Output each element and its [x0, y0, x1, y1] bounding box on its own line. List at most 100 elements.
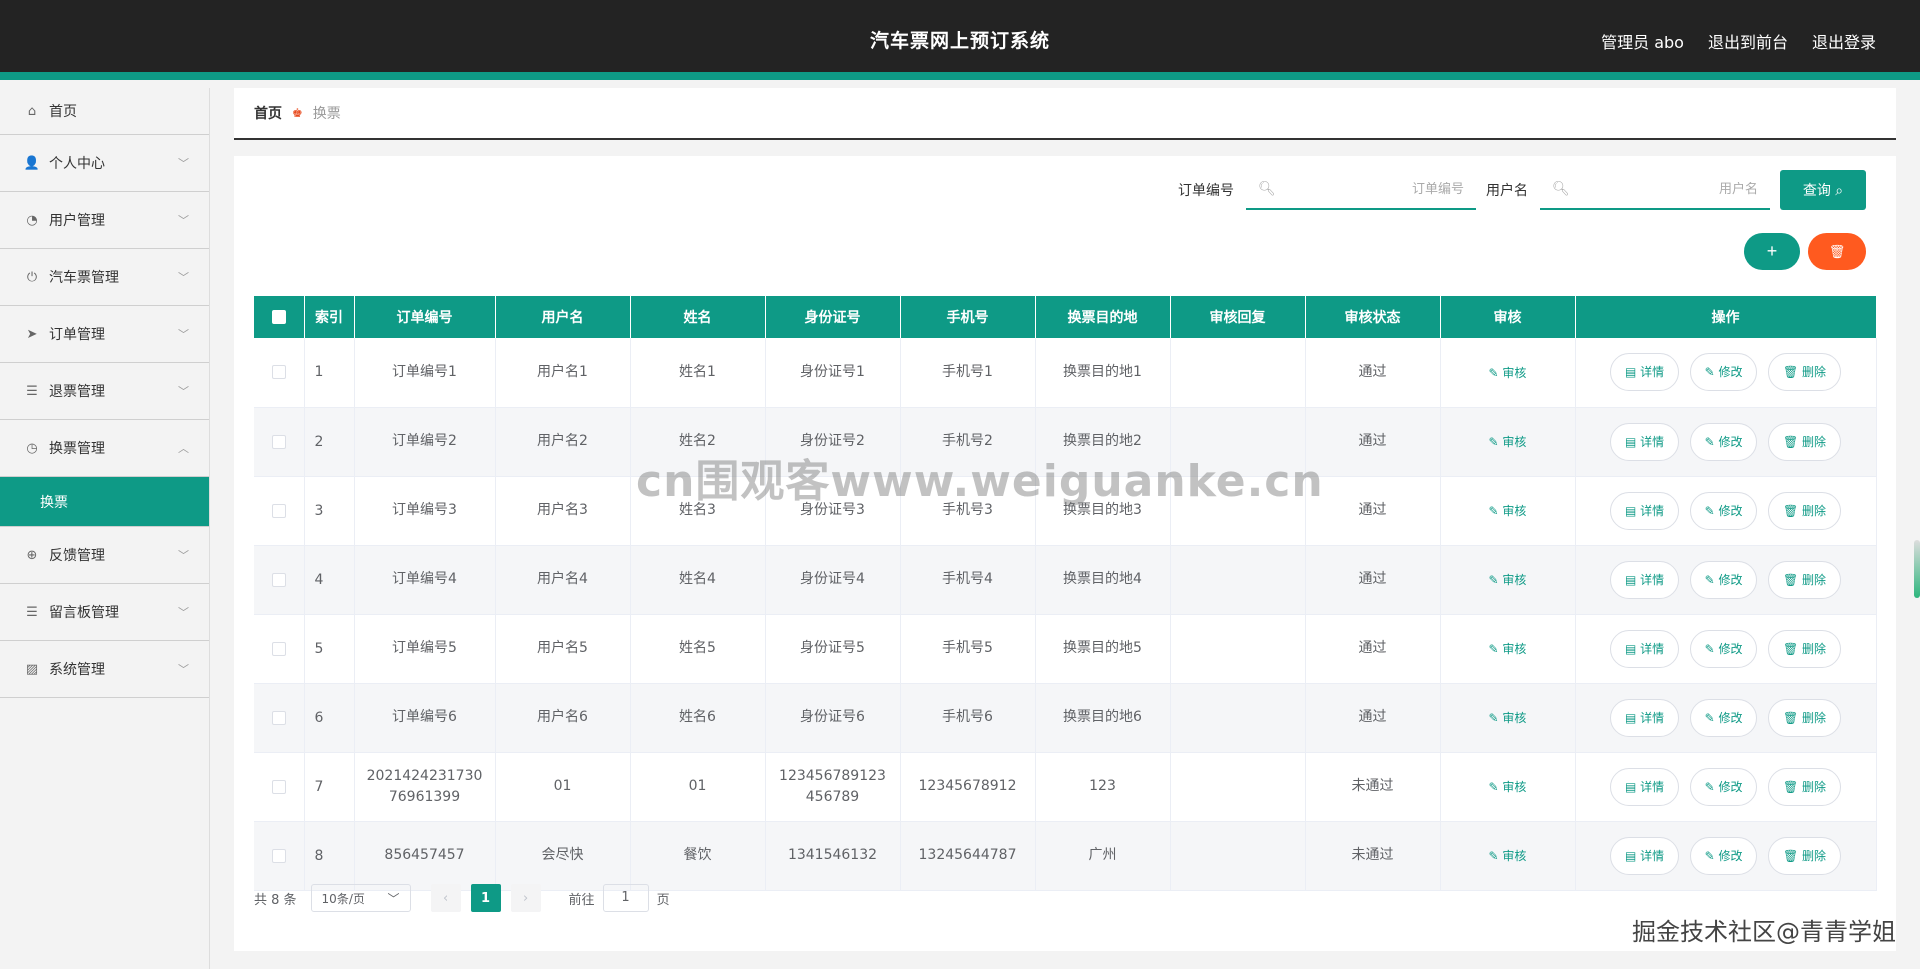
admin-user[interactable]: 管理员 abo	[1601, 29, 1684, 53]
page-size-select[interactable]: 10条/页 ﹀	[310, 884, 411, 912]
detail-button[interactable]: ▤ 详情	[1609, 767, 1680, 806]
audit-button[interactable]: ✎ 审核	[1489, 366, 1527, 380]
detail-button[interactable]: ▤ 详情	[1609, 491, 1680, 530]
batch-delete-button[interactable]: 🗑	[1808, 233, 1866, 270]
exit-to-front-link[interactable]: 退出到前台	[1708, 29, 1788, 53]
add-button[interactable]: +	[1744, 233, 1800, 270]
row-index: 8	[304, 821, 355, 891]
detail-label: 详情	[1640, 434, 1665, 449]
order-search-input[interactable]	[1275, 181, 1464, 197]
edit-icon: ✎	[1704, 779, 1719, 794]
row-checkbox[interactable]	[254, 338, 305, 408]
cell-user-text: 用户名2	[537, 433, 588, 449]
page-number[interactable]: 1	[470, 884, 501, 912]
chevron-down-icon: ﹀	[178, 328, 189, 341]
row-checkbox[interactable]	[254, 407, 305, 477]
row-index: 2	[304, 407, 355, 477]
sidebar-item-personal-center[interactable]: 👤 个人中心 ﹀	[0, 135, 209, 192]
audit-button[interactable]: ✎ 审核	[1489, 780, 1527, 794]
table-row: 3 订单编号3 用户名3 姓名3 身份证号3 手机号3 换票目的地3 通过 ✎ 审核 ▤ 详情 …	[254, 476, 1877, 546]
delete-button[interactable]: 🗑 删除	[1767, 353, 1842, 392]
delete-button[interactable]: 🗑 删除	[1767, 560, 1842, 599]
audit-button[interactable]: ✎ 审核	[1489, 849, 1527, 863]
prev-page-button[interactable]: ‹	[430, 884, 461, 912]
edit-icon: ✎	[1704, 365, 1719, 380]
cell-name-text: 姓名5	[679, 640, 716, 656]
audit-button[interactable]: ✎ 审核	[1489, 573, 1527, 587]
edit-button[interactable]: ✎ 修改	[1689, 698, 1758, 737]
audit-button[interactable]: ✎ 审核	[1489, 435, 1527, 449]
cell-audit: ✎ 审核	[1440, 476, 1576, 546]
sidebar-item-message-board[interactable]: ☰ 留言板管理 ﹀	[0, 584, 209, 641]
logout-link[interactable]: 退出登录	[1812, 29, 1876, 53]
edit-button[interactable]: ✎ 修改	[1689, 629, 1758, 668]
edit-button[interactable]: ✎ 修改	[1689, 767, 1758, 806]
document-icon: ▤	[1624, 365, 1641, 380]
cell-dest-text: 换票目的地2	[1063, 433, 1142, 449]
plus-icon: +	[1766, 241, 1778, 261]
delete-button[interactable]: 🗑 删除	[1767, 422, 1842, 461]
detail-button[interactable]: ▤ 详情	[1609, 353, 1680, 392]
sidebar-item-refund-management[interactable]: ☰ 退票管理 ﹀	[0, 363, 209, 420]
row-index: 4	[304, 545, 355, 615]
sidebar-item-home[interactable]: ⌂ 首页	[0, 88, 209, 135]
edit-label: 修改	[1718, 710, 1743, 725]
edit-icon: ✎	[1704, 710, 1719, 725]
scroll-indicator[interactable]	[1914, 540, 1920, 598]
edit-button[interactable]: ✎ 修改	[1689, 491, 1758, 530]
trash-icon: 🗑	[1782, 779, 1802, 794]
cell-status: 通过	[1305, 614, 1441, 684]
detail-button[interactable]: ▤ 详情	[1609, 422, 1680, 461]
delete-button[interactable]: 🗑 删除	[1767, 698, 1842, 737]
edit-button[interactable]: ✎ 修改	[1689, 353, 1758, 392]
edit-button[interactable]: ✎ 修改	[1689, 836, 1758, 875]
row-checkbox[interactable]	[254, 476, 305, 546]
delete-button[interactable]: 🗑 删除	[1767, 767, 1842, 806]
table-row: 5 订单编号5 用户名5 姓名5 身份证号5 手机号5 换票目的地5 通过 ✎ 审核 ▤ 详情 …	[254, 614, 1877, 684]
sidebar-subitem-exchange[interactable]: 换票	[0, 477, 209, 527]
audit-button[interactable]: ✎ 审核	[1489, 711, 1527, 725]
cell-name-text: 姓名4	[679, 571, 716, 587]
sidebar-item-system-management[interactable]: ▨ 系统管理 ﹀	[0, 641, 209, 698]
row-checkbox[interactable]	[254, 614, 305, 684]
chevron-right-icon: ›	[522, 890, 529, 906]
document-icon: ▤	[1624, 572, 1641, 587]
row-checkbox[interactable]	[254, 821, 305, 891]
cell-user-text: 会尽快	[541, 847, 584, 863]
cell-id: 身份证号1	[765, 338, 901, 408]
row-checkbox[interactable]	[254, 683, 305, 753]
next-page-button[interactable]: ›	[510, 884, 541, 912]
sidebar-item-exchange-management[interactable]: ◷ 换票管理 ︿	[0, 420, 209, 477]
cell-audit: ✎ 审核	[1440, 821, 1576, 891]
user-search-input[interactable]	[1569, 181, 1758, 197]
cell-order: 订单编号2	[354, 407, 496, 477]
edit-button[interactable]: ✎ 修改	[1689, 422, 1758, 461]
cell-actions: ▤ 详情 ✎ 修改 🗑 删除	[1575, 821, 1877, 891]
detail-button[interactable]: ▤ 详情	[1609, 836, 1680, 875]
select-all-checkbox[interactable]	[254, 296, 305, 338]
goto-page-input[interactable]: 1	[602, 884, 649, 912]
audit-label: 审核	[1502, 711, 1527, 725]
detail-button[interactable]: ▤ 详情	[1609, 698, 1680, 737]
detail-button[interactable]: ▤ 详情	[1609, 629, 1680, 668]
row-checkbox[interactable]	[254, 752, 305, 822]
delete-button[interactable]: 🗑 删除	[1767, 836, 1842, 875]
cell-id-text: 1341546132	[787, 847, 878, 863]
sidebar-item-feedback-management[interactable]: ⊕ 反馈管理 ﹀	[0, 527, 209, 584]
sidebar-item-label: 个人中心	[49, 156, 105, 172]
breadcrumb-home[interactable]: 首页	[254, 103, 282, 123]
cell-name-text: 01	[688, 778, 707, 794]
detail-button[interactable]: ▤ 详情	[1609, 560, 1680, 599]
sidebar-item-user-management[interactable]: ◔ 用户管理 ﹀	[0, 192, 209, 249]
query-button[interactable]: 查询 ⌕	[1780, 170, 1866, 210]
sidebar-item-ticket-management[interactable]: ⏻ 汽车票管理 ﹀	[0, 249, 209, 306]
audit-button[interactable]: ✎ 审核	[1489, 504, 1527, 518]
audit-button[interactable]: ✎ 审核	[1489, 642, 1527, 656]
delete-button[interactable]: 🗑 删除	[1767, 629, 1842, 668]
edit-button[interactable]: ✎ 修改	[1689, 560, 1758, 599]
user-icon: 👤	[23, 155, 41, 171]
sidebar-item-order-management[interactable]: ➤ 订单管理 ﹀	[0, 306, 209, 363]
cell-phone-text: 手机号1	[942, 363, 993, 380]
delete-button[interactable]: 🗑 删除	[1767, 491, 1842, 530]
row-checkbox[interactable]	[254, 545, 305, 615]
